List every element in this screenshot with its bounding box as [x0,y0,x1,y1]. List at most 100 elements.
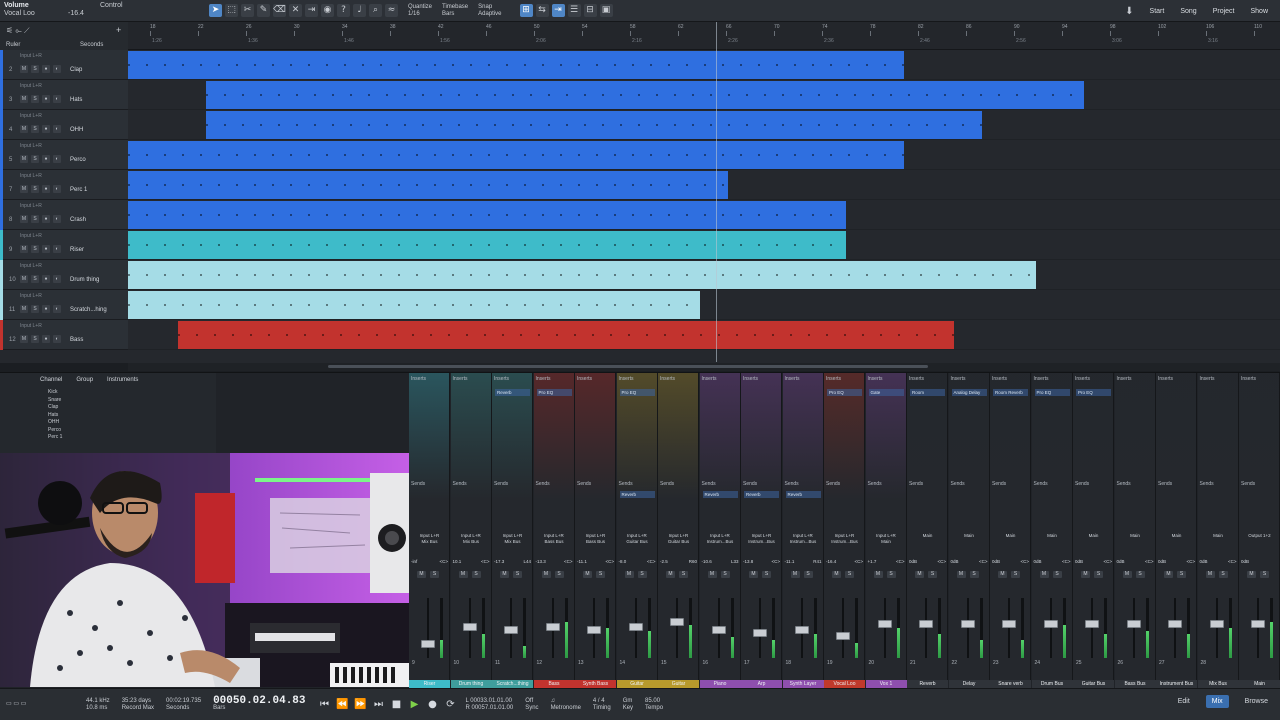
volume-fader[interactable] [877,620,892,629]
volume-value[interactable]: 10.1 [453,559,462,564]
fader-track[interactable] [676,598,678,658]
inserts-label[interactable]: Inserts [743,376,758,382]
volume-fader[interactable] [960,620,975,629]
timing-block[interactable]: 4 / 4 Timing [587,698,617,712]
insert-slot[interactable]: Room Reverb [993,389,1028,396]
volume-fader[interactable] [1251,620,1265,629]
play-icon[interactable]: ▶ [408,698,422,712]
volume-fader[interactable] [1002,620,1016,629]
channel-strip[interactable]: Inserts Sends Input L+R Mix Bus 10.1 <C> M S 10 D… [450,373,492,689]
channel-strip[interactable]: Inserts Pro EQ Sends Reverb Input L+R Guitar … [616,373,658,689]
channel-strip[interactable]: Inserts Sends Reverb Input L+R Instrum...Bus… [699,373,741,689]
volume-value[interactable]: 0dB [909,559,917,564]
volume-fader[interactable] [587,626,601,634]
inspector-readout[interactable]: Volume Control Vocal Loo -16.4 [0,0,195,22]
io-routing[interactable]: Input L+R Guitar Bus [619,533,656,545]
track-name[interactable]: Drum thing [70,277,99,283]
monitor-icon[interactable]: ◐ [53,275,61,283]
channel-strip[interactable]: Inserts Sends Output 1+2 0dB M S Main [1239,373,1280,689]
track-input[interactable]: Input L+R [20,113,42,119]
pan-value[interactable]: <C> [771,559,780,564]
channel-strip[interactable]: Inserts Room Reverb Sends Main 0dB <C> M S 23 Sna… [990,373,1031,689]
channel-strip[interactable]: Inserts Gate Sends Input L+R Main +1.7 <C> M S 20… [865,373,907,689]
record-arm-icon[interactable]: ● [42,275,50,283]
solo-button[interactable]: S [1260,571,1269,578]
seconds-display[interactable]: 00:02:19.735 Seconds [160,698,207,712]
sends-label[interactable]: Sends [868,481,882,487]
monitor-icon[interactable]: ◐ [53,215,61,223]
volume-fader[interactable] [1209,620,1224,629]
record-arm-icon[interactable]: ● [42,155,50,163]
sends-label[interactable]: Sends [619,481,633,487]
event-clip[interactable] [128,141,904,169]
pan-value[interactable]: <C> [979,559,988,564]
channel-list-item[interactable]: OHH [48,419,62,427]
mute-button[interactable]: M [1081,571,1090,578]
send-slot[interactable]: Reverb [619,491,655,498]
volume-value[interactable]: -11.1 [785,559,795,564]
pan-value[interactable]: <C> [439,559,448,564]
send-slot[interactable]: Reverb [744,491,779,498]
grid-icon[interactable]: ⊟ [583,4,597,17]
mute-button[interactable]: M [707,571,717,578]
io-routing[interactable]: Input L+R Mix Bus [494,533,531,545]
fader-track[interactable] [842,598,844,658]
rewind-start-icon[interactable]: ⏮ [318,698,332,712]
volume-value[interactable]: 0dB [1200,559,1208,564]
bend-tool-icon[interactable]: ⇥ [305,4,318,17]
sends-label[interactable]: Sends [951,481,965,487]
mute-button[interactable]: M [1039,571,1049,578]
forward-end-icon[interactable]: ⏭ [372,698,386,712]
volume-fader[interactable] [670,617,684,626]
pan-value[interactable]: <C> [1103,559,1112,564]
show-button[interactable]: Show [1250,8,1268,15]
solo-button[interactable]: S [31,335,39,343]
sends-label[interactable]: Sends [1158,481,1172,487]
arrange-scrollbar[interactable] [128,363,1280,371]
solo-button[interactable]: S [720,571,730,578]
channel-strip[interactable]: Inserts Reverb Sends Input L+R Mix Bus -17.3 L… [492,373,533,689]
mute-button[interactable]: M [956,571,966,578]
bars-display[interactable]: 00050.02.04.83 Bars [207,695,311,712]
io-routing[interactable]: Input L+R Bass Bus [536,533,573,545]
channel-strip[interactable]: Inserts Sends Reverb Input L+R Instrum...Bus… [741,373,782,689]
volume-fader[interactable] [1168,620,1182,629]
channel-strip[interactable]: Inserts Room Sends Main 0dB <C> M S 21 Reverb [907,373,948,689]
listen-tool-icon[interactable]: ◉ [321,4,334,17]
track-input[interactable]: Input L+R [20,203,42,209]
solo-button[interactable]: S [803,571,813,578]
timeline-ruler[interactable]: 18 22 26 30 34 38 42 46 50 54 58 62 66 70 74 78 82 86 90 94… [128,22,1280,50]
sends-label[interactable]: Sends [1117,481,1131,487]
track-header[interactable]: Input L+R 12 M S ● ◐ Bass [0,320,128,350]
insert-slot[interactable]: Pro EQ [827,389,862,396]
pan-value[interactable]: <C> [605,559,614,564]
mute-button[interactable]: M [20,245,28,253]
solo-button[interactable]: S [31,305,39,313]
track-input[interactable]: Input L+R [20,143,42,149]
io-routing[interactable]: Main [951,533,988,539]
sends-label[interactable]: Sends [536,481,550,487]
monitor-icon[interactable]: ◐ [53,185,61,193]
inserts-label[interactable]: Inserts [951,376,966,382]
event-clip[interactable] [128,51,904,79]
track-lane[interactable] [128,260,1280,290]
metronome-block[interactable]: ♫ Metronome [545,698,587,712]
output-select[interactable]: Main [909,533,946,539]
track-lane[interactable] [128,50,1280,80]
insert-slot[interactable]: Pro EQ [1034,389,1070,396]
volume-fader[interactable] [919,620,933,629]
loop-icon[interactable]: ⟳ [444,698,458,712]
mixer-tab[interactable]: Instruments [107,377,138,383]
volume-fader[interactable] [1085,620,1099,629]
inserts-label[interactable]: Inserts [702,376,717,382]
inserts-label[interactable]: Inserts [494,376,509,382]
track-header[interactable]: Input L+R 8 M S ● ◐ Crash [0,200,128,230]
inserts-label[interactable]: Inserts [826,376,841,382]
send-slot[interactable]: Reverb [702,491,738,498]
output-select[interactable]: Main [1158,533,1195,539]
mix-button[interactable]: Mix [1205,695,1229,708]
mixer-tab[interactable]: Group [76,377,93,383]
solo-button[interactable]: S [430,571,439,578]
sends-label[interactable]: Sends [743,481,757,487]
volume-value[interactable]: -8.0 [619,559,627,564]
